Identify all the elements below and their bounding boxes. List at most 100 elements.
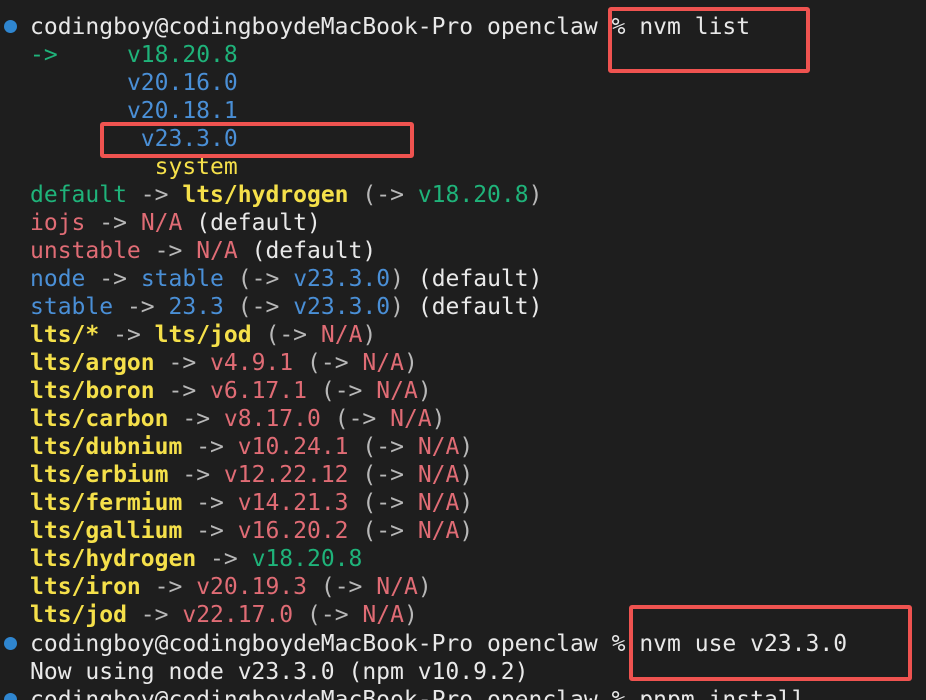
alias-row: stable -> 23.3 (-> v23.3.0) (default) <box>30 294 543 320</box>
current-version-row: -> v18.20.8 <box>30 41 238 69</box>
alias-arrow: -> <box>320 350 349 376</box>
alias-arrow: -> <box>126 294 155 320</box>
installed-version-row: v23.3.0 <box>30 125 238 153</box>
command-nvm-list: nvm list <box>639 14 751 40</box>
alias-target: v16.20.2 <box>237 518 349 544</box>
alias-resolved: N/A <box>320 322 363 348</box>
prompt-line-2: codingboy@codingboydeMacBook-Pro opencla… <box>30 630 847 658</box>
alias-resolved: N/A <box>417 518 460 544</box>
alias-arrow: -> <box>168 378 197 404</box>
alias-row: lts/boron -> v6.17.1 (-> N/A) <box>30 378 432 404</box>
alias-arrow: -> <box>376 182 404 208</box>
alias-arrow: -> <box>251 266 280 292</box>
alias-suffix: (default) <box>417 266 543 292</box>
alias-name: lts/argon <box>30 350 155 376</box>
alias-row: iojs -> N/A (default) <box>30 209 321 237</box>
alias-name: iojs <box>30 210 86 236</box>
alias-target: 23.3 <box>168 294 224 320</box>
alias-target: N/A <box>140 210 183 236</box>
prompt-user-host: codingboy@codingboydeMacBook-Pro <box>30 687 474 700</box>
alias-arrow: -> <box>154 238 183 264</box>
alias-arrow: -> <box>376 434 404 460</box>
alias-arrow: -> <box>196 490 224 516</box>
alias-arrow: -> <box>168 350 197 376</box>
alias-arrow: -> <box>376 490 404 516</box>
alias-arrow: -> <box>99 210 127 236</box>
alias-arrow: -> <box>210 546 238 572</box>
alias-target: stable <box>140 266 224 292</box>
alias-row: lts/gallium -> v16.20.2 (-> N/A) <box>30 518 474 544</box>
alias-target: v8.17.0 <box>223 406 321 432</box>
installed-version-row: v20.18.1 <box>30 97 238 125</box>
alias-resolved: N/A <box>417 490 460 516</box>
prompt-status-dot-icon <box>4 637 17 650</box>
alias-row: lts/argon -> v4.9.1 (-> N/A) <box>30 350 418 376</box>
alias-name: lts/* <box>30 322 100 348</box>
alias-target: v20.19.3 <box>196 574 307 600</box>
alias-resolved: v18.20.8 <box>417 182 529 208</box>
alias-row: lts/dubnium -> v10.24.1 (-> N/A) <box>30 434 474 460</box>
nvm-use-output: Now using node v23.3.0 (npm v10.9.2) <box>30 659 529 685</box>
alias-name: lts/jod <box>30 602 127 628</box>
current-marker: -> <box>30 42 58 68</box>
prompt-status-dot-icon <box>4 20 17 33</box>
alias-arrow: -> <box>182 462 211 488</box>
alias-target: v4.9.1 <box>210 350 294 376</box>
alias-target: v22.17.0 <box>182 602 294 628</box>
alias-target: v10.24.1 <box>237 434 349 460</box>
alias-arrow: -> <box>140 602 169 628</box>
alias-name: stable <box>30 294 114 320</box>
installed-version-row: system <box>30 153 238 181</box>
command-pnpm-install: pnpm install <box>639 687 806 700</box>
alias-resolved: N/A <box>390 406 432 432</box>
alias-resolved: N/A <box>417 462 460 488</box>
alias-resolved: v23.3.0 <box>293 266 391 292</box>
installed-version: v18.20.8 <box>126 42 238 68</box>
alias-resolved: N/A <box>376 574 418 600</box>
alias-resolved: N/A <box>417 434 460 460</box>
alias-row: lts/hydrogen -> v18.20.8 <box>30 545 362 573</box>
alias-resolved: N/A <box>362 350 404 376</box>
alias-row: lts/carbon -> v8.17.0 (-> N/A) <box>30 406 446 432</box>
alias-arrow: -> <box>196 434 224 460</box>
prompt-cwd: openclaw <box>486 14 598 40</box>
alias-suffix: (default) <box>196 210 321 236</box>
alias-target: v6.17.1 <box>210 378 307 404</box>
alias-target: N/A <box>196 238 238 264</box>
command-nvm-use: nvm use v23.3.0 <box>639 631 848 657</box>
alias-row: lts/fermium -> v14.21.3 (-> N/A) <box>30 490 474 516</box>
terminal-window[interactable]: codingboy@codingboydeMacBook-Pro opencla… <box>0 0 926 700</box>
alias-arrow: -> <box>348 406 377 432</box>
installed-version-system: system <box>154 154 238 180</box>
alias-resolved: v23.3.0 <box>293 294 391 320</box>
alias-arrow: -> <box>196 518 224 544</box>
alias-arrow: -> <box>182 406 211 432</box>
alias-row: unstable -> N/A (default) <box>30 237 376 265</box>
prompt-line-3: codingboy@codingboydeMacBook-Pro opencla… <box>30 686 806 700</box>
alias-target: v14.21.3 <box>237 490 349 516</box>
alias-name: lts/dubnium <box>30 434 183 460</box>
installed-version-row: v20.16.0 <box>30 69 238 97</box>
alias-target: v18.20.8 <box>251 546 363 572</box>
alias-arrow: -> <box>376 462 404 488</box>
prompt-cwd: openclaw <box>486 631 598 657</box>
prompt-cwd: openclaw <box>486 687 598 700</box>
installed-version: v23.3.0 <box>140 126 238 152</box>
alias-arrow: -> <box>320 602 349 628</box>
alias-name: lts/fermium <box>30 490 183 516</box>
alias-name: lts/gallium <box>30 518 183 544</box>
alias-target: lts/jod <box>154 322 252 348</box>
alias-row: lts/iron -> v20.19.3 (-> N/A) <box>30 574 432 600</box>
installed-version: v20.18.1 <box>126 98 238 124</box>
alias-arrow: -> <box>154 574 183 600</box>
alias-arrow: -> <box>279 322 308 348</box>
prompt-user-host: codingboy@codingboydeMacBook-Pro <box>30 631 474 657</box>
installed-version: v20.16.0 <box>126 70 238 96</box>
alias-name: lts/iron <box>30 574 141 600</box>
alias-resolved: N/A <box>362 602 404 628</box>
alias-suffix: (default) <box>251 238 377 264</box>
alias-row: default -> lts/hydrogen (-> v18.20.8) <box>30 182 543 208</box>
alias-name: lts/boron <box>30 378 155 404</box>
prompt-symbol: % <box>611 631 626 657</box>
alias-arrow: -> <box>113 322 141 348</box>
